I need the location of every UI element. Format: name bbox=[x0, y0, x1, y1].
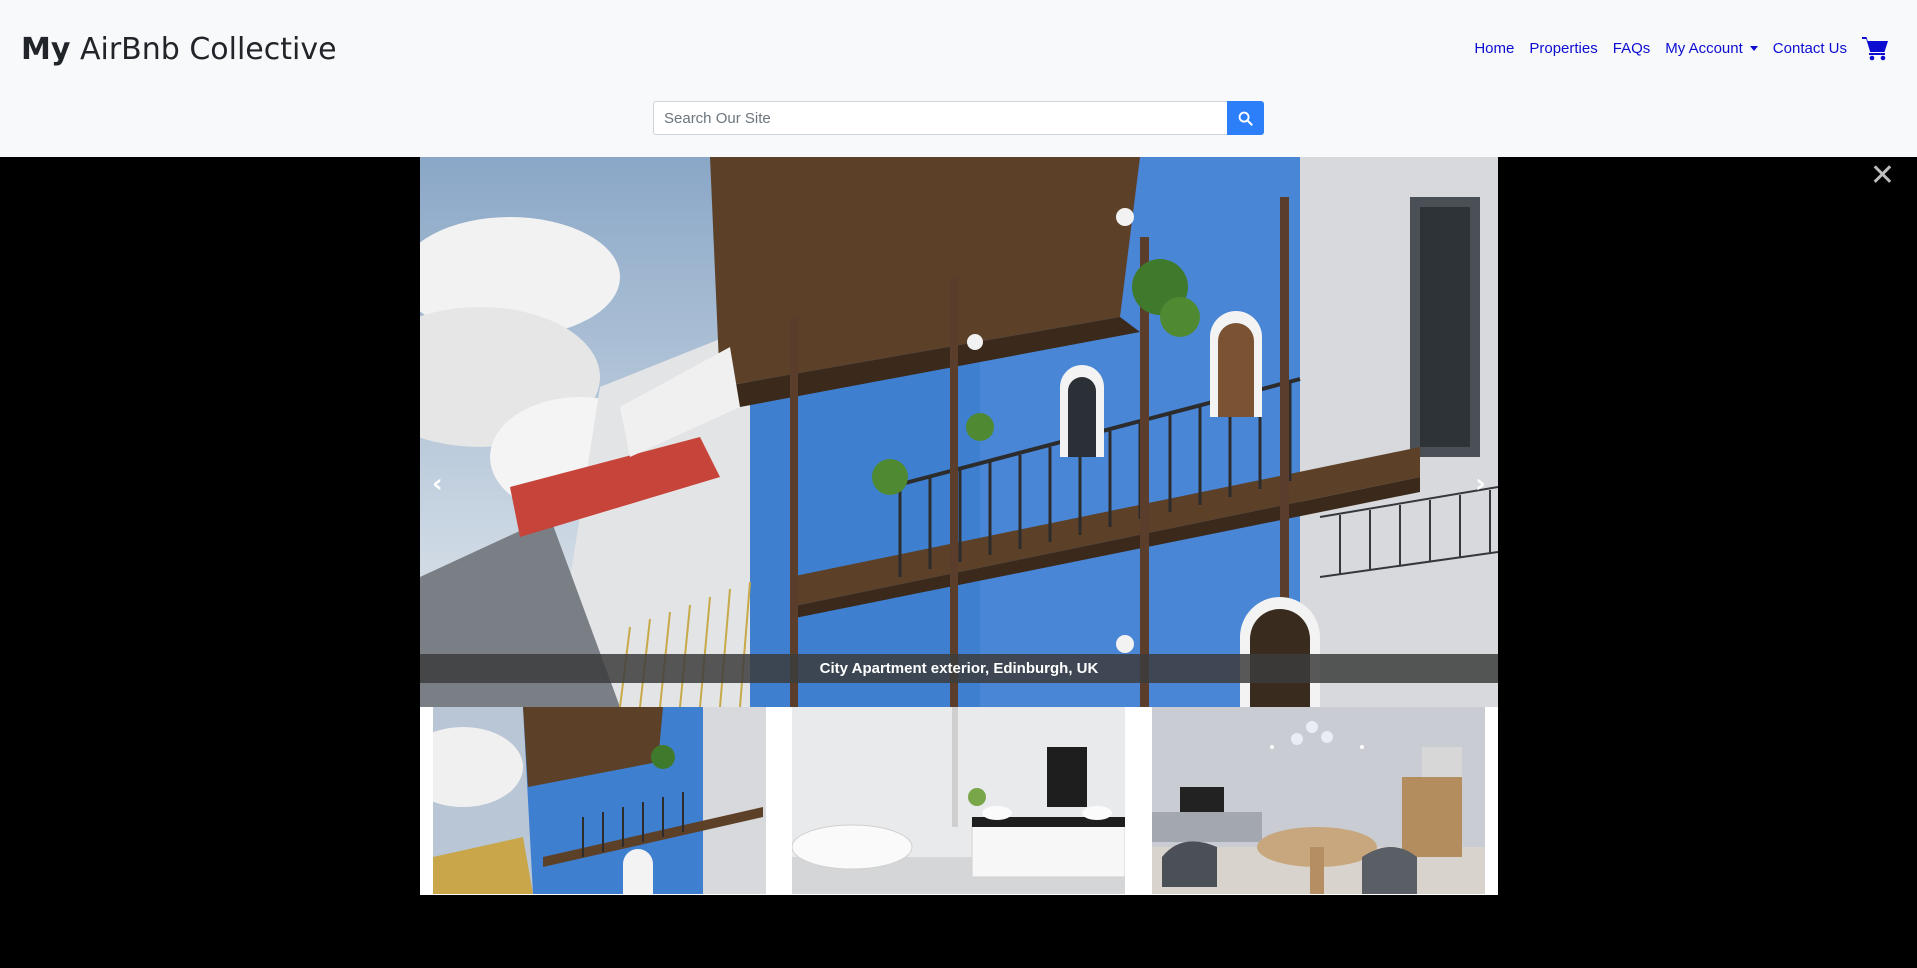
close-icon[interactable]: ✕ bbox=[1870, 161, 1895, 191]
thumbnail-exterior[interactable] bbox=[433, 707, 766, 894]
search-input[interactable] bbox=[653, 101, 1227, 135]
nav-home[interactable]: Home bbox=[1474, 40, 1514, 57]
thumbnail-strip bbox=[420, 707, 1498, 895]
nav-properties[interactable]: Properties bbox=[1529, 40, 1597, 57]
search-button[interactable] bbox=[1227, 101, 1264, 135]
thumbnail-living-room-image bbox=[1152, 707, 1485, 894]
search-icon bbox=[1238, 111, 1253, 126]
image-caption: City Apartment exterior, Edinburgh, UK bbox=[420, 654, 1498, 683]
thumbnail-bathroom-image bbox=[792, 707, 1125, 894]
building-exterior-image bbox=[420, 157, 1498, 707]
nav-faqs[interactable]: FAQs bbox=[1613, 40, 1651, 57]
main-photo: ‹ › City Apartment exterior, Edinburgh, … bbox=[420, 157, 1498, 707]
main-nav: Home Properties FAQs My Account Contact … bbox=[1459, 34, 1889, 62]
nav-my-account-label: My Account bbox=[1665, 39, 1743, 57]
thumbnail-exterior-image bbox=[433, 707, 766, 894]
thumbnail-bathroom[interactable] bbox=[792, 707, 1125, 894]
nav-my-account[interactable]: My Account bbox=[1665, 40, 1758, 57]
nav-contact[interactable]: Contact Us bbox=[1773, 40, 1847, 57]
image-lightbox: ✕ ‹ › City Apartment exterior, Edinburgh… bbox=[0, 157, 1917, 968]
caret-down-icon bbox=[1749, 45, 1758, 51]
site-header: My AirBnb Collective Home Properties FAQ… bbox=[0, 0, 1917, 157]
site-brand[interactable]: My AirBnb Collective bbox=[21, 32, 337, 67]
chevron-right-icon[interactable]: › bbox=[1475, 469, 1486, 499]
brand-rest: AirBnb Collective bbox=[70, 32, 337, 67]
search-bar bbox=[653, 101, 1264, 135]
brand-bold: My bbox=[21, 32, 71, 67]
thumbnail-living-room[interactable] bbox=[1152, 707, 1485, 894]
lightbox-frame: ‹ › City Apartment exterior, Edinburgh, … bbox=[420, 157, 1498, 895]
chevron-left-icon[interactable]: ‹ bbox=[432, 469, 443, 499]
shopping-cart-icon[interactable] bbox=[1861, 34, 1889, 62]
